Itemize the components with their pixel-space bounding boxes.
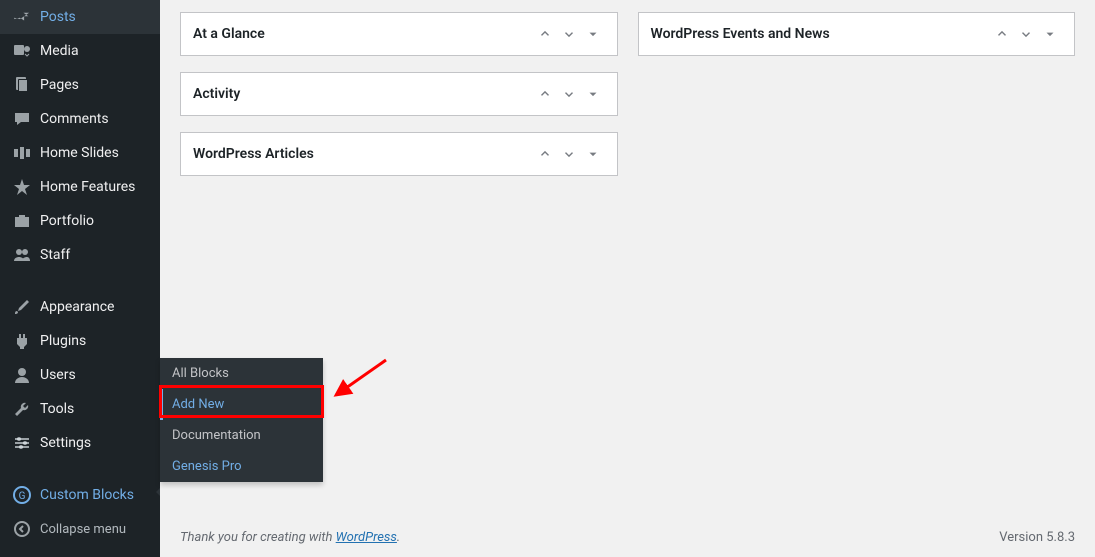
- sidebar-item-label: Collapse menu: [40, 522, 148, 537]
- sliders-icon: [12, 433, 32, 453]
- sidebar-item-label: Pages: [40, 77, 148, 93]
- footer-wordpress-link[interactable]: WordPress: [336, 530, 397, 545]
- postbox-header: WordPress Articles: [181, 133, 617, 175]
- postbox-header: WordPress Events and News: [639, 13, 1075, 55]
- move-down-icon[interactable]: [1014, 22, 1038, 46]
- move-up-icon[interactable]: [990, 22, 1014, 46]
- postbox-at-a-glance: At a Glance: [180, 12, 618, 56]
- sidebar-item-custom-blocks[interactable]: G Custom Blocks: [0, 478, 160, 512]
- sidebar-item-home-features[interactable]: Home Features: [0, 170, 160, 204]
- dashboard-columns: At a Glance Activity WordPress Articles: [180, 12, 1075, 192]
- sidebar-item-label: Staff: [40, 247, 148, 263]
- pages-icon: [12, 75, 32, 95]
- sidebar-item-label: Settings: [40, 435, 148, 451]
- postbox-title: WordPress Events and News: [651, 26, 991, 42]
- move-up-icon[interactable]: [533, 22, 557, 46]
- portfolio-icon: [12, 211, 32, 231]
- media-icon: [12, 41, 32, 61]
- brush-icon: [12, 297, 32, 317]
- star-icon: [12, 177, 32, 197]
- postbox-title: WordPress Articles: [193, 146, 533, 162]
- sidebar-item-label: Comments: [40, 111, 148, 127]
- sidebar-item-label: Home Slides: [40, 145, 148, 161]
- toggle-icon[interactable]: [581, 82, 605, 106]
- postbox-wordpress-events: WordPress Events and News: [638, 12, 1076, 56]
- postbox-header: At a Glance: [181, 13, 617, 55]
- user-icon: [12, 365, 32, 385]
- footer-thanks: Thank you for creating with WordPress.: [180, 530, 400, 545]
- comments-icon: [12, 109, 32, 129]
- postbox-title: At a Glance: [193, 26, 533, 42]
- sidebar-item-staff[interactable]: Staff: [0, 238, 160, 272]
- sidebar-item-label: Posts: [40, 9, 148, 25]
- postbox-header: Activity: [181, 73, 617, 115]
- postbox-title: Activity: [193, 86, 533, 102]
- toggle-icon[interactable]: [581, 22, 605, 46]
- collapse-icon: [12, 519, 32, 539]
- move-down-icon[interactable]: [557, 82, 581, 106]
- toggle-icon[interactable]: [581, 142, 605, 166]
- footer-thank-suffix: .: [397, 530, 400, 545]
- footer-version: Version 5.8.3: [999, 530, 1075, 545]
- sidebar-item-pages[interactable]: Pages: [0, 68, 160, 102]
- footer-thank-prefix: Thank you for creating with: [180, 530, 336, 545]
- sidebar-item-label: Portfolio: [40, 213, 148, 229]
- dashboard-col-1: At a Glance Activity WordPress Articles: [180, 12, 618, 192]
- sidebar-item-posts[interactable]: Posts: [0, 0, 160, 34]
- sidebar-separator: [0, 272, 160, 290]
- move-up-icon[interactable]: [533, 142, 557, 166]
- frames-icon: [12, 143, 32, 163]
- sidebar-collapse-menu[interactable]: Collapse menu: [0, 512, 160, 546]
- genesis-icon: G: [12, 485, 32, 505]
- admin-sidebar: Posts Media Pages Comments Home Slides H…: [0, 0, 160, 557]
- dashboard-col-2: WordPress Events and News: [638, 12, 1076, 192]
- move-up-icon[interactable]: [533, 82, 557, 106]
- sidebar-item-media[interactable]: Media: [0, 34, 160, 68]
- toggle-icon[interactable]: [1038, 22, 1062, 46]
- move-down-icon[interactable]: [557, 142, 581, 166]
- content-area: At a Glance Activity WordPress Articles: [160, 0, 1095, 557]
- sidebar-item-plugins[interactable]: Plugins: [0, 324, 160, 358]
- sidebar-item-label: Custom Blocks: [40, 487, 148, 503]
- sidebar-item-appearance[interactable]: Appearance: [0, 290, 160, 324]
- sidebar-item-users[interactable]: Users: [0, 358, 160, 392]
- wrench-icon: [12, 399, 32, 419]
- move-down-icon[interactable]: [557, 22, 581, 46]
- sidebar-separator: [0, 460, 160, 478]
- sidebar-item-portfolio[interactable]: Portfolio: [0, 204, 160, 238]
- plug-icon: [12, 331, 32, 351]
- sidebar-item-label: Media: [40, 43, 148, 59]
- sidebar-item-settings[interactable]: Settings: [0, 426, 160, 460]
- sidebar-item-comments[interactable]: Comments: [0, 102, 160, 136]
- postbox-activity: Activity: [180, 72, 618, 116]
- sidebar-item-label: Plugins: [40, 333, 148, 349]
- sidebar-item-tools[interactable]: Tools: [0, 392, 160, 426]
- sidebar-item-label: Tools: [40, 401, 148, 417]
- sidebar-item-label: Home Features: [40, 179, 148, 195]
- sidebar-item-label: Appearance: [40, 299, 148, 315]
- users-icon: [12, 245, 32, 265]
- postbox-wordpress-articles: WordPress Articles: [180, 132, 618, 176]
- sidebar-item-home-slides[interactable]: Home Slides: [0, 136, 160, 170]
- pin-icon: [12, 7, 32, 27]
- footer: Thank you for creating with WordPress. V…: [180, 530, 1075, 545]
- svg-text:G: G: [19, 491, 26, 502]
- sidebar-item-label: Users: [40, 367, 148, 383]
